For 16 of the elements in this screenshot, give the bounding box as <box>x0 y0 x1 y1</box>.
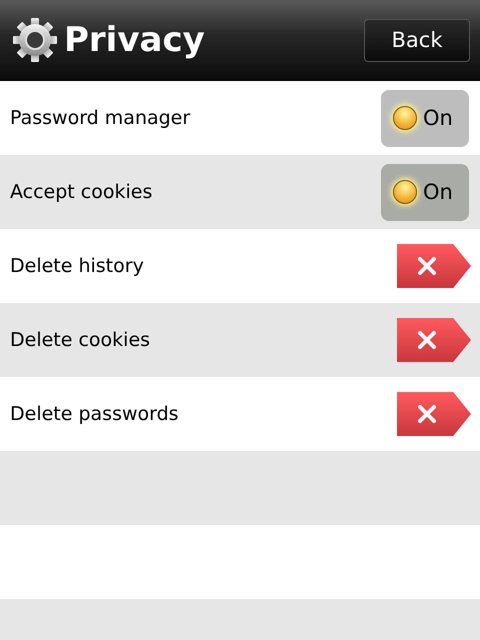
delete-button[interactable] <box>397 392 471 436</box>
delete-button[interactable] <box>397 244 471 288</box>
delete-button[interactable] <box>397 318 471 362</box>
setting-label: Delete cookies <box>10 329 150 351</box>
gear-icon <box>12 17 58 63</box>
setting-label: Delete history <box>10 255 144 277</box>
toggle-button[interactable]: On <box>381 90 469 146</box>
close-icon <box>417 330 437 350</box>
toggle-button[interactable]: On <box>381 164 469 220</box>
page-title: Privacy <box>64 20 206 60</box>
back-button[interactable]: Back <box>364 18 470 62</box>
setting-label: Delete passwords <box>10 403 179 425</box>
setting-label: Accept cookies <box>10 181 152 203</box>
close-icon <box>417 404 437 424</box>
setting-label: Password manager <box>10 107 190 129</box>
close-icon <box>417 256 437 276</box>
